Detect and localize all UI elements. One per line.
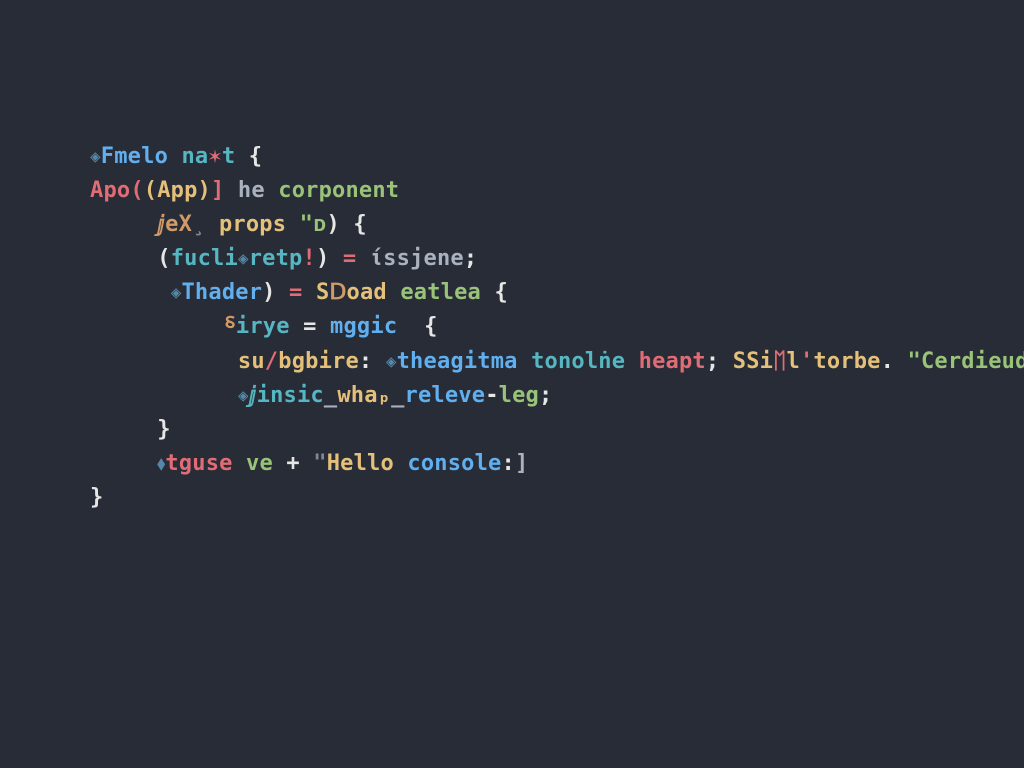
code-token: leg bbox=[499, 383, 539, 408]
code-token: console bbox=[407, 451, 501, 476]
code-token: Apo( bbox=[90, 178, 144, 203]
code-token: mggic bbox=[330, 314, 397, 339]
code-token: _ bbox=[324, 383, 337, 408]
code-token: ] bbox=[515, 451, 528, 476]
code-token: ✶ bbox=[208, 144, 221, 169]
code-line[interactable]: ⬧tguse ve + "Hello console:] bbox=[90, 447, 1024, 481]
code-token: ◈ bbox=[238, 386, 249, 406]
code-token: ⬧ bbox=[157, 454, 165, 474]
code-token: he bbox=[224, 178, 278, 203]
code-token: whaₚ bbox=[337, 383, 391, 408]
code-token: = bbox=[303, 314, 330, 339]
code-line[interactable]: (fucli◈retp!) = ίssjene; bbox=[90, 242, 1024, 276]
code-token: ; bbox=[539, 383, 552, 408]
code-token: ᛖ bbox=[773, 349, 786, 374]
code-line[interactable]: Apo((App)] he corponent bbox=[90, 174, 1024, 208]
code-line[interactable]: ◈ⅉinsic_whaₚ_releve-leg; bbox=[90, 379, 1024, 413]
code-token: - bbox=[485, 383, 498, 408]
code-token: ] bbox=[211, 178, 224, 203]
code-token: eatlea bbox=[400, 280, 494, 305]
code-token: ; bbox=[706, 349, 733, 374]
code-line[interactable]: ⸹irye = mggic { bbox=[90, 310, 1024, 344]
code-token: ◈ bbox=[90, 147, 101, 167]
code-token: irye bbox=[236, 314, 303, 339]
code-token: releve bbox=[405, 383, 486, 408]
code-token: = bbox=[289, 280, 316, 305]
code-token: torbe bbox=[813, 349, 880, 374]
code-token: t bbox=[222, 144, 249, 169]
code-token: Ⅾ bbox=[329, 280, 346, 305]
code-token: fucli bbox=[171, 246, 238, 271]
code-token: retp bbox=[249, 246, 303, 271]
code-token: ⅉeX bbox=[157, 212, 192, 237]
code-token: . bbox=[881, 349, 908, 374]
code-token: props bbox=[206, 212, 300, 237]
code-token: (App) bbox=[144, 178, 211, 203]
code-token: + bbox=[286, 451, 313, 476]
code-line[interactable]: } bbox=[90, 481, 1024, 515]
code-token: / bbox=[265, 349, 278, 374]
code-token: : bbox=[359, 349, 386, 374]
code-line[interactable]: ◈Thader) = SⅮoad eatlea { bbox=[90, 276, 1024, 310]
code-token: "ᴅ bbox=[300, 212, 327, 237]
code-token: l bbox=[787, 349, 800, 374]
code-token: ⅉinsic bbox=[249, 383, 324, 408]
code-token: ) bbox=[316, 246, 343, 271]
code-line[interactable]: ⅉeX¸ props "ᴅ) { bbox=[90, 208, 1024, 242]
code-token: ίssjene bbox=[370, 246, 464, 271]
code-token: : bbox=[502, 451, 515, 476]
code-token: ' bbox=[800, 349, 813, 374]
code-token: { bbox=[397, 314, 437, 339]
code-token bbox=[157, 280, 170, 305]
code-token: = bbox=[343, 246, 370, 271]
code-token: oad bbox=[347, 280, 401, 305]
code-token: } bbox=[90, 485, 103, 510]
code-token: theagitma bbox=[397, 349, 531, 374]
code-token: ) bbox=[262, 280, 289, 305]
code-line[interactable]: } bbox=[90, 413, 1024, 447]
code-token: corponent bbox=[278, 178, 399, 203]
code-editor[interactable]: ◈Fmelo na✶t {Apo((App)] he corponent ⅉeX… bbox=[0, 0, 1024, 515]
code-token: ◈ bbox=[386, 352, 397, 372]
code-token bbox=[224, 383, 237, 408]
code-token: ◈ bbox=[238, 249, 249, 269]
code-token: ) { bbox=[327, 212, 367, 237]
code-token: tonolṅe bbox=[531, 349, 639, 374]
code-token bbox=[224, 349, 237, 374]
code-token: { bbox=[249, 144, 262, 169]
code-token: ve bbox=[246, 451, 286, 476]
code-token: ⸹ bbox=[224, 314, 235, 339]
code-line[interactable]: su/bgbire: ◈theagitma tonolṅe heapt; SSi… bbox=[90, 345, 1024, 379]
code-token: ¸ bbox=[192, 212, 205, 237]
code-token: na bbox=[181, 144, 208, 169]
code-token: } bbox=[157, 417, 170, 442]
code-token: Fmelo bbox=[101, 144, 182, 169]
code-token: "Cerdieuds," bbox=[908, 349, 1024, 374]
code-token: bgbire bbox=[278, 349, 359, 374]
code-token: Hello bbox=[327, 451, 408, 476]
code-token: ( bbox=[157, 246, 170, 271]
code-line[interactable]: ◈Fmelo na✶t { bbox=[90, 140, 1024, 174]
code-token: ◈ bbox=[171, 283, 182, 303]
code-token: SSi bbox=[733, 349, 773, 374]
code-token: " bbox=[313, 451, 326, 476]
code-token: Thader bbox=[181, 280, 262, 305]
code-token: heapt bbox=[639, 349, 706, 374]
code-token: ; bbox=[464, 246, 477, 271]
code-token: _ bbox=[391, 383, 404, 408]
code-token: { bbox=[494, 280, 507, 305]
code-token: S bbox=[316, 280, 329, 305]
code-token: ! bbox=[303, 246, 316, 271]
code-token: su bbox=[238, 349, 265, 374]
code-token: tguse bbox=[165, 451, 246, 476]
